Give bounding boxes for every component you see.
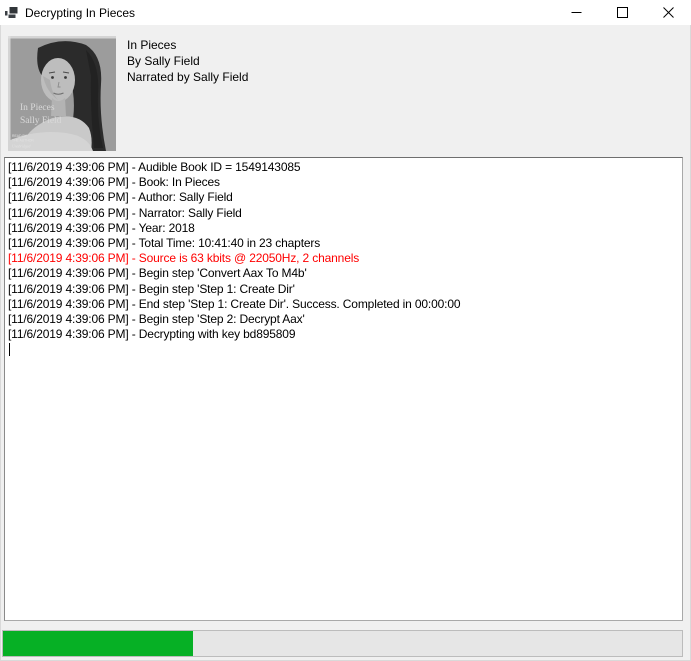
maximize-button[interactable] — [599, 0, 645, 25]
book-author-label: By Sally Field — [127, 53, 248, 69]
log-line: [11/6/2019 4:39:06 PM] - Begin step 'Con… — [8, 266, 679, 281]
maximize-icon — [617, 7, 628, 18]
log-line: [11/6/2019 4:39:06 PM] - Begin step 'Ste… — [8, 282, 679, 297]
book-cover-image: In Pieces Sally Field READ BY THE AUTHOR… — [8, 36, 116, 151]
progress-fill — [3, 631, 193, 656]
app-icon — [5, 6, 18, 19]
close-icon — [663, 7, 674, 18]
log-line: [11/6/2019 4:39:06 PM] - Source is 63 kb… — [8, 251, 679, 266]
log-lines: [11/6/2019 4:39:06 PM] - Audible Book ID… — [8, 160, 679, 342]
title-bar[interactable]: Decrypting In Pieces — [0, 0, 691, 25]
cover-author-text: Sally Field — [20, 116, 62, 126]
minimize-button[interactable] — [553, 0, 599, 25]
cover-readby-line1: READ BY — [12, 134, 28, 138]
text-caret — [9, 343, 10, 356]
book-info: In Pieces By Sally Field Narrated by Sal… — [127, 37, 248, 85]
app-window: Decrypting In Pieces — [0, 0, 691, 661]
log-line: [11/6/2019 4:39:06 PM] - Book: In Pieces — [8, 175, 679, 190]
log-line: [11/6/2019 4:39:06 PM] - End step 'Step … — [8, 297, 679, 312]
log-line: [11/6/2019 4:39:06 PM] - Year: 2018 — [8, 221, 679, 236]
progress-bar — [2, 630, 683, 657]
log-line: [11/6/2019 4:39:06 PM] - Author: Sally F… — [8, 190, 679, 205]
window-title: Decrypting In Pieces — [25, 6, 553, 20]
book-narrator-label: Narrated by Sally Field — [127, 69, 248, 85]
minimize-icon — [571, 7, 582, 18]
cover-readby-line2: THE AUTHOR — [12, 139, 34, 143]
cover-unabridged-text: Unabridged — [12, 145, 30, 149]
book-title-label: In Pieces — [127, 37, 248, 53]
close-button[interactable] — [645, 0, 691, 25]
log-line: [11/6/2019 4:39:06 PM] - Begin step 'Ste… — [8, 312, 679, 327]
log-line: [11/6/2019 4:39:06 PM] - Audible Book ID… — [8, 160, 679, 175]
log-line: [11/6/2019 4:39:06 PM] - Decrypting with… — [8, 327, 679, 342]
caption-buttons — [553, 0, 691, 25]
log-line: [11/6/2019 4:39:06 PM] - Narrator: Sally… — [8, 206, 679, 221]
log-output-textbox[interactable]: [11/6/2019 4:39:06 PM] - Audible Book ID… — [4, 157, 683, 621]
cover-title-text: In Pieces — [20, 103, 55, 113]
log-line: [11/6/2019 4:39:06 PM] - Total Time: 10:… — [8, 236, 679, 251]
